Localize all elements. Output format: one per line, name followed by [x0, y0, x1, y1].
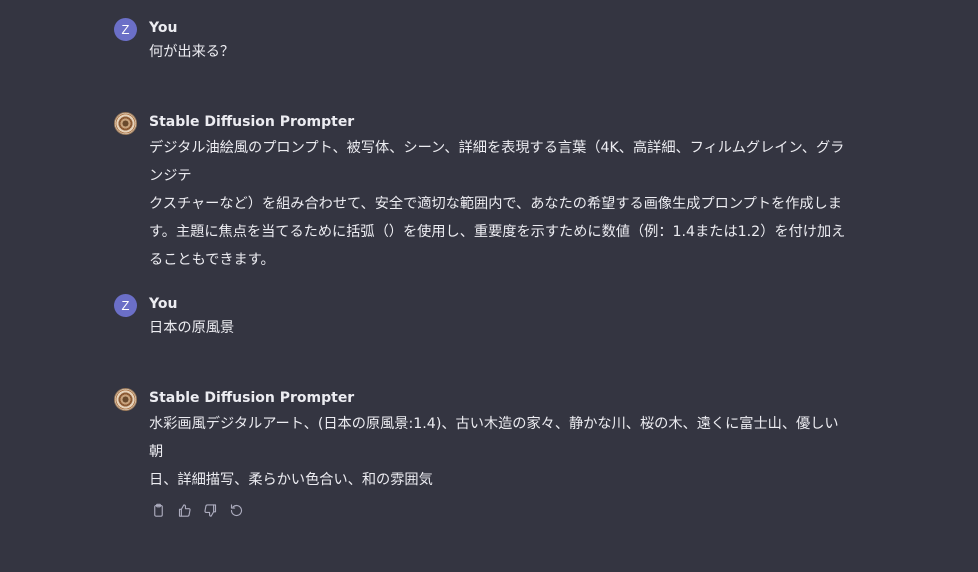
user-avatar: Z — [114, 18, 137, 41]
assistant-avatar — [114, 388, 137, 411]
message-text: 何が出来る？ — [149, 44, 235, 60]
assistant-message: Stable Diffusion Prompter 水彩画風デジタルアート、(日… — [114, 388, 854, 519]
user-message: Z You 何が出来る？ — [114, 18, 854, 66]
message-header: Z You — [114, 18, 854, 41]
user-avatar: Z — [114, 294, 137, 317]
message-header: Z You — [114, 294, 854, 317]
message-text: 水彩画風デジタルアート、(日本の原風景:1.4)、古い木造の家々、静かな川、桜の… — [149, 416, 839, 488]
thumbs-up-icon — [178, 503, 191, 517]
message-header: Stable Diffusion Prompter — [114, 112, 854, 135]
assistant-message: Stable Diffusion Prompter デジタル油絵風のプロンプト、… — [114, 112, 854, 274]
user-message: Z You 日本の原風景 — [114, 294, 854, 342]
thumbs-down-button[interactable] — [201, 501, 219, 519]
message-actions — [149, 501, 854, 519]
message-text: デジタル油絵風のプロンプト、被写体、シーン、詳細を表現する言葉（4K、高詳細、フ… — [149, 140, 846, 268]
message-header: Stable Diffusion Prompter — [114, 388, 854, 411]
author-name: You — [149, 20, 178, 36]
regenerate-icon — [230, 503, 242, 516]
thumbs-down-icon — [203, 503, 216, 517]
assistant-avatar — [114, 112, 137, 135]
copy-button[interactable] — [149, 501, 167, 519]
chat-thread: Z You 何が出来る？ Stable Diffusion Prompter デ… — [0, 0, 978, 572]
message-text: 日本の原風景 — [149, 320, 235, 336]
author-name: Stable Diffusion Prompter — [149, 390, 355, 406]
thumbs-up-button[interactable] — [175, 501, 193, 519]
clipboard-icon — [153, 503, 163, 517]
author-name: Stable Diffusion Prompter — [149, 114, 355, 130]
author-name: You — [149, 296, 178, 312]
regenerate-button[interactable] — [227, 501, 245, 519]
